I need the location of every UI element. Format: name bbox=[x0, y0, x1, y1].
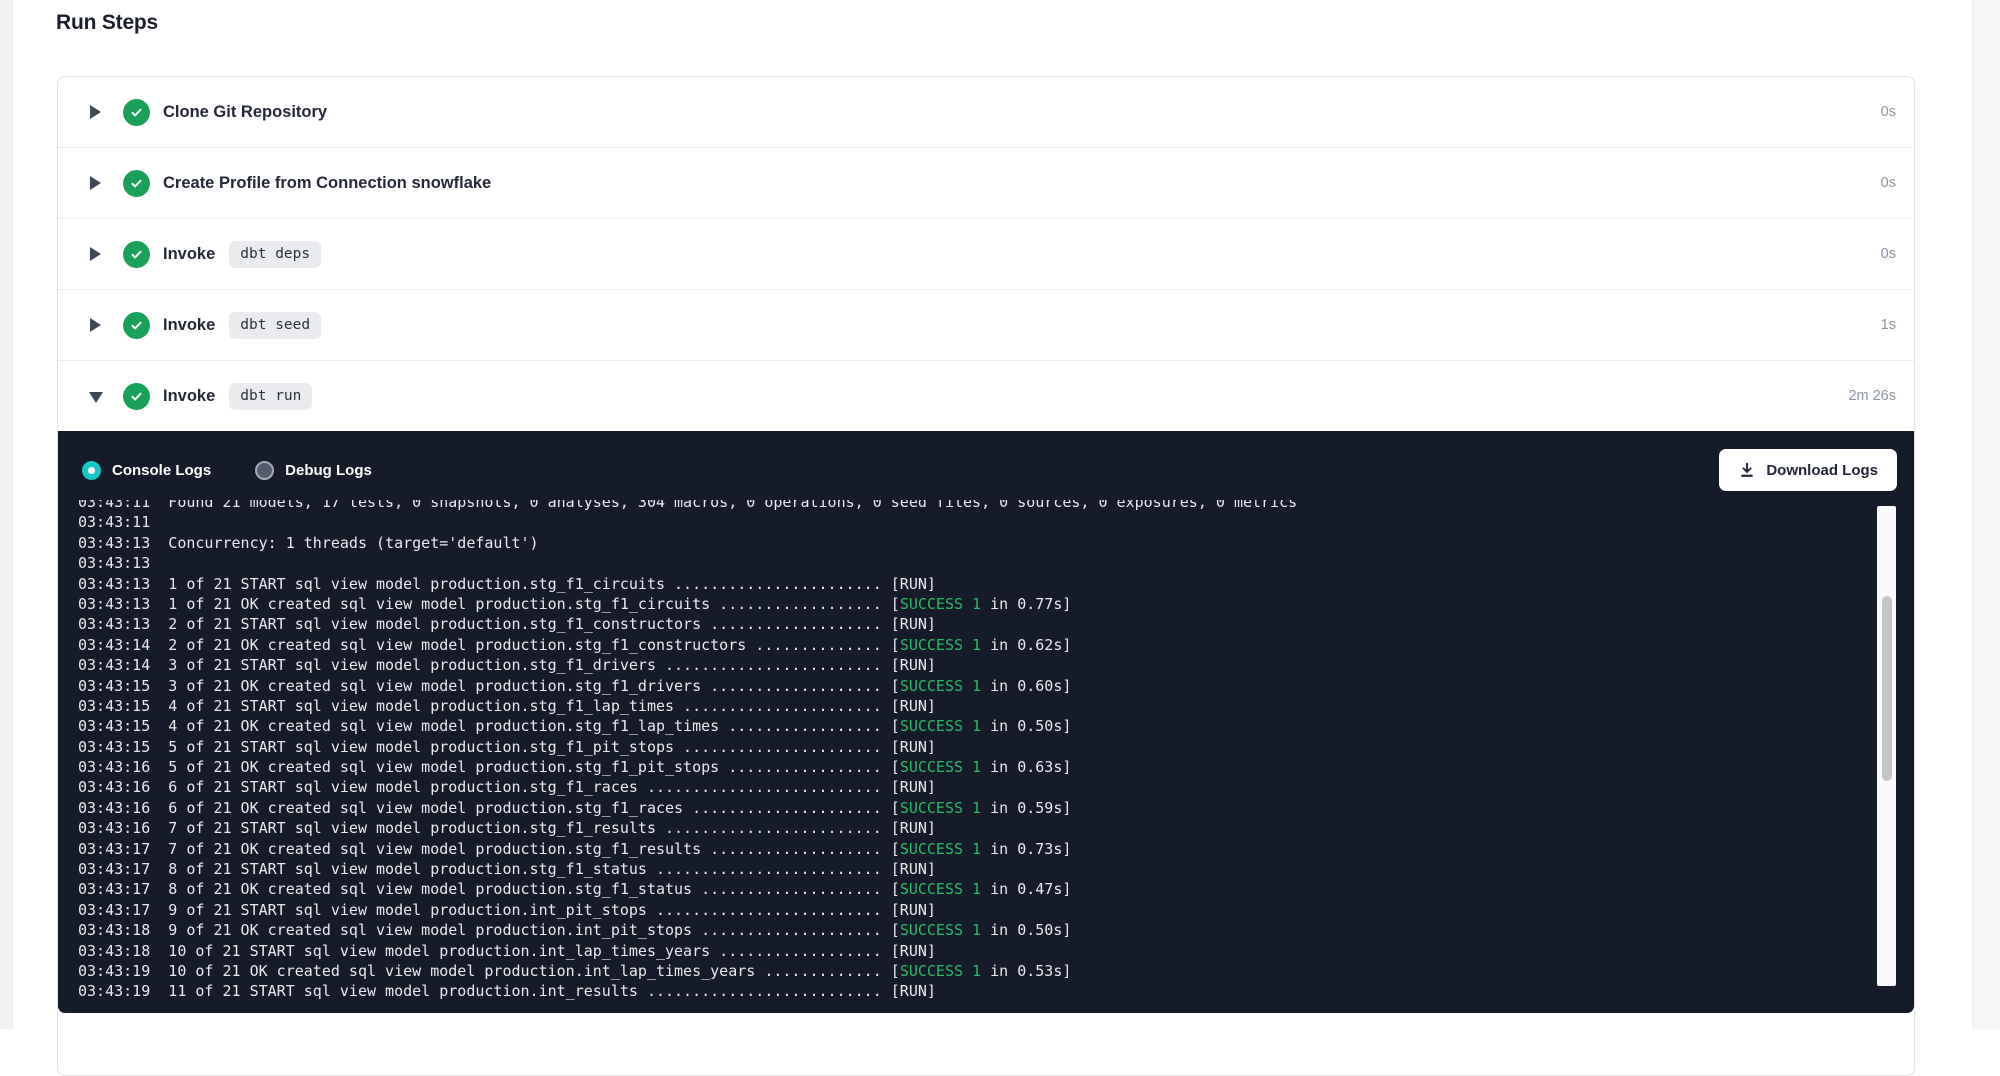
log-line: 03:43:17 8 of 21 START sql view model pr… bbox=[78, 859, 1914, 879]
log-scrollbar-track[interactable] bbox=[1877, 506, 1896, 986]
log-line: 03:43:19 11 of 21 START sql view model p… bbox=[78, 981, 1914, 1001]
step-row-2[interactable]: Create Profile from Connection snowflake… bbox=[58, 148, 1914, 219]
step-duration: 0s bbox=[1881, 104, 1896, 120]
step-label: Create Profile from Connection snowflake bbox=[163, 174, 491, 193]
radio-selected-icon[interactable] bbox=[82, 461, 101, 480]
log-line: 03:43:17 8 of 21 OK created sql view mod… bbox=[78, 879, 1914, 899]
log-line: 03:43:17 9 of 21 START sql view model pr… bbox=[78, 900, 1914, 920]
log-success-status: SUCCESS 1 bbox=[900, 677, 981, 695]
log-success-status: SUCCESS 1 bbox=[900, 962, 981, 980]
log-success-status: SUCCESS 1 bbox=[900, 799, 981, 817]
right-gutter bbox=[1972, 0, 2000, 1029]
step-label: Invoke bbox=[163, 387, 215, 406]
step-duration: 1s bbox=[1881, 317, 1896, 333]
log-line: 03:43:15 5 of 21 START sql view model pr… bbox=[78, 737, 1914, 757]
log-line: 03:43:18 10 of 21 START sql view model p… bbox=[78, 941, 1914, 961]
left-gutter bbox=[0, 0, 13, 1029]
log-line: 03:43:16 5 of 21 OK created sql view mod… bbox=[78, 757, 1914, 777]
log-line: 03:43:17 7 of 21 OK created sql view mod… bbox=[78, 839, 1914, 859]
log-line: 03:43:14 3 of 21 START sql view model pr… bbox=[78, 655, 1914, 675]
log-line: 03:43:13 1 of 21 START sql view model pr… bbox=[78, 574, 1914, 594]
step-command-badge: dbt deps bbox=[229, 241, 321, 268]
log-line: 03:43:13 Concurrency: 1 threads (target=… bbox=[78, 533, 1914, 553]
step-command-badge: dbt run bbox=[229, 383, 312, 410]
run-steps-card: Clone Git Repository0sCreate Profile fro… bbox=[57, 76, 1915, 1076]
log-line: 03:43:15 4 of 21 START sql view model pr… bbox=[78, 696, 1914, 716]
caret-triangle bbox=[90, 318, 101, 332]
log-success-status: SUCCESS 1 bbox=[900, 636, 981, 654]
log-line: 03:43:15 4 of 21 OK created sql view mod… bbox=[78, 716, 1914, 736]
log-line: 03:43:14 2 of 21 OK created sql view mod… bbox=[78, 635, 1914, 655]
log-line: 03:43:16 6 of 21 START sql view model pr… bbox=[78, 777, 1914, 797]
download-logs-label: Download Logs bbox=[1766, 462, 1878, 479]
log-line: 03:43:16 6 of 21 OK created sql view mod… bbox=[78, 798, 1914, 818]
log-line: 03:43:11 bbox=[78, 512, 1914, 532]
step-duration: 2m 26s bbox=[1848, 388, 1896, 404]
caret-triangle bbox=[90, 176, 101, 190]
run-steps-list: Clone Git Repository0sCreate Profile fro… bbox=[58, 77, 1914, 431]
log-line: 03:43:13 2 of 21 START sql view model pr… bbox=[78, 614, 1914, 634]
log-line: 03:43:11 Found 21 models, 17 tests, 0 sn… bbox=[78, 500, 1914, 512]
console-panel: Console Logs Debug Logs Download Logs 03… bbox=[58, 431, 1914, 1013]
log-scrollbar-thumb[interactable] bbox=[1882, 596, 1892, 781]
log-success-status: SUCCESS 1 bbox=[900, 840, 981, 858]
log-line: 03:43:19 10 of 21 OK created sql view mo… bbox=[78, 961, 1914, 981]
page-title: Run Steps bbox=[56, 11, 158, 35]
console-logs-label: Console Logs bbox=[112, 462, 211, 479]
step-success-icon bbox=[123, 383, 150, 410]
expand-caret-icon[interactable] bbox=[88, 247, 103, 261]
step-command-badge: dbt seed bbox=[229, 312, 321, 339]
debug-logs-tab[interactable]: Debug Logs bbox=[255, 461, 372, 480]
log-success-status: SUCCESS 1 bbox=[900, 758, 981, 776]
console-log-output[interactable]: 03:43:11 Found 21 models, 17 tests, 0 sn… bbox=[58, 500, 1914, 1002]
log-line: 03:43:18 9 of 21 OK created sql view mod… bbox=[78, 920, 1914, 940]
step-duration: 0s bbox=[1881, 246, 1896, 262]
log-line: 03:43:15 3 of 21 OK created sql view mod… bbox=[78, 676, 1914, 696]
step-success-icon bbox=[123, 99, 150, 126]
step-row-3[interactable]: Invoke dbt deps 0s bbox=[58, 219, 1914, 290]
expand-caret-icon[interactable] bbox=[88, 318, 103, 332]
expand-caret-icon[interactable] bbox=[88, 176, 103, 190]
console-logs-tab[interactable]: Console Logs bbox=[82, 461, 211, 480]
step-duration: 0s bbox=[1881, 175, 1896, 191]
expand-caret-icon[interactable] bbox=[88, 105, 103, 119]
caret-triangle bbox=[89, 392, 103, 403]
caret-triangle bbox=[90, 105, 101, 119]
caret-triangle bbox=[90, 247, 101, 261]
step-label: Clone Git Repository bbox=[163, 103, 327, 122]
step-row-4[interactable]: Invoke dbt seed 1s bbox=[58, 290, 1914, 361]
collapse-caret-icon[interactable] bbox=[88, 389, 103, 403]
radio-unselected-icon[interactable] bbox=[255, 461, 274, 480]
log-success-status: SUCCESS 1 bbox=[900, 717, 981, 735]
step-label: Invoke bbox=[163, 316, 215, 335]
log-line: 03:43:13 1 of 21 OK created sql view mod… bbox=[78, 594, 1914, 614]
debug-logs-label: Debug Logs bbox=[285, 462, 372, 479]
step-label: Invoke bbox=[163, 245, 215, 264]
step-row-1[interactable]: Clone Git Repository 0s bbox=[58, 77, 1914, 148]
step-success-icon bbox=[123, 312, 150, 339]
step-success-icon bbox=[123, 170, 150, 197]
step-success-icon bbox=[123, 241, 150, 268]
log-success-status: SUCCESS 1 bbox=[900, 921, 981, 939]
log-success-status: SUCCESS 1 bbox=[900, 595, 981, 613]
log-line: 03:43:13 bbox=[78, 553, 1914, 573]
step-row-5[interactable]: Invoke dbt run 2m 26s bbox=[58, 361, 1914, 431]
log-success-status: SUCCESS 1 bbox=[900, 880, 981, 898]
download-logs-button[interactable]: Download Logs bbox=[1719, 449, 1897, 491]
log-line: 03:43:16 7 of 21 START sql view model pr… bbox=[78, 818, 1914, 838]
console-header: Console Logs Debug Logs Download Logs bbox=[58, 431, 1914, 491]
download-icon bbox=[1738, 461, 1756, 479]
